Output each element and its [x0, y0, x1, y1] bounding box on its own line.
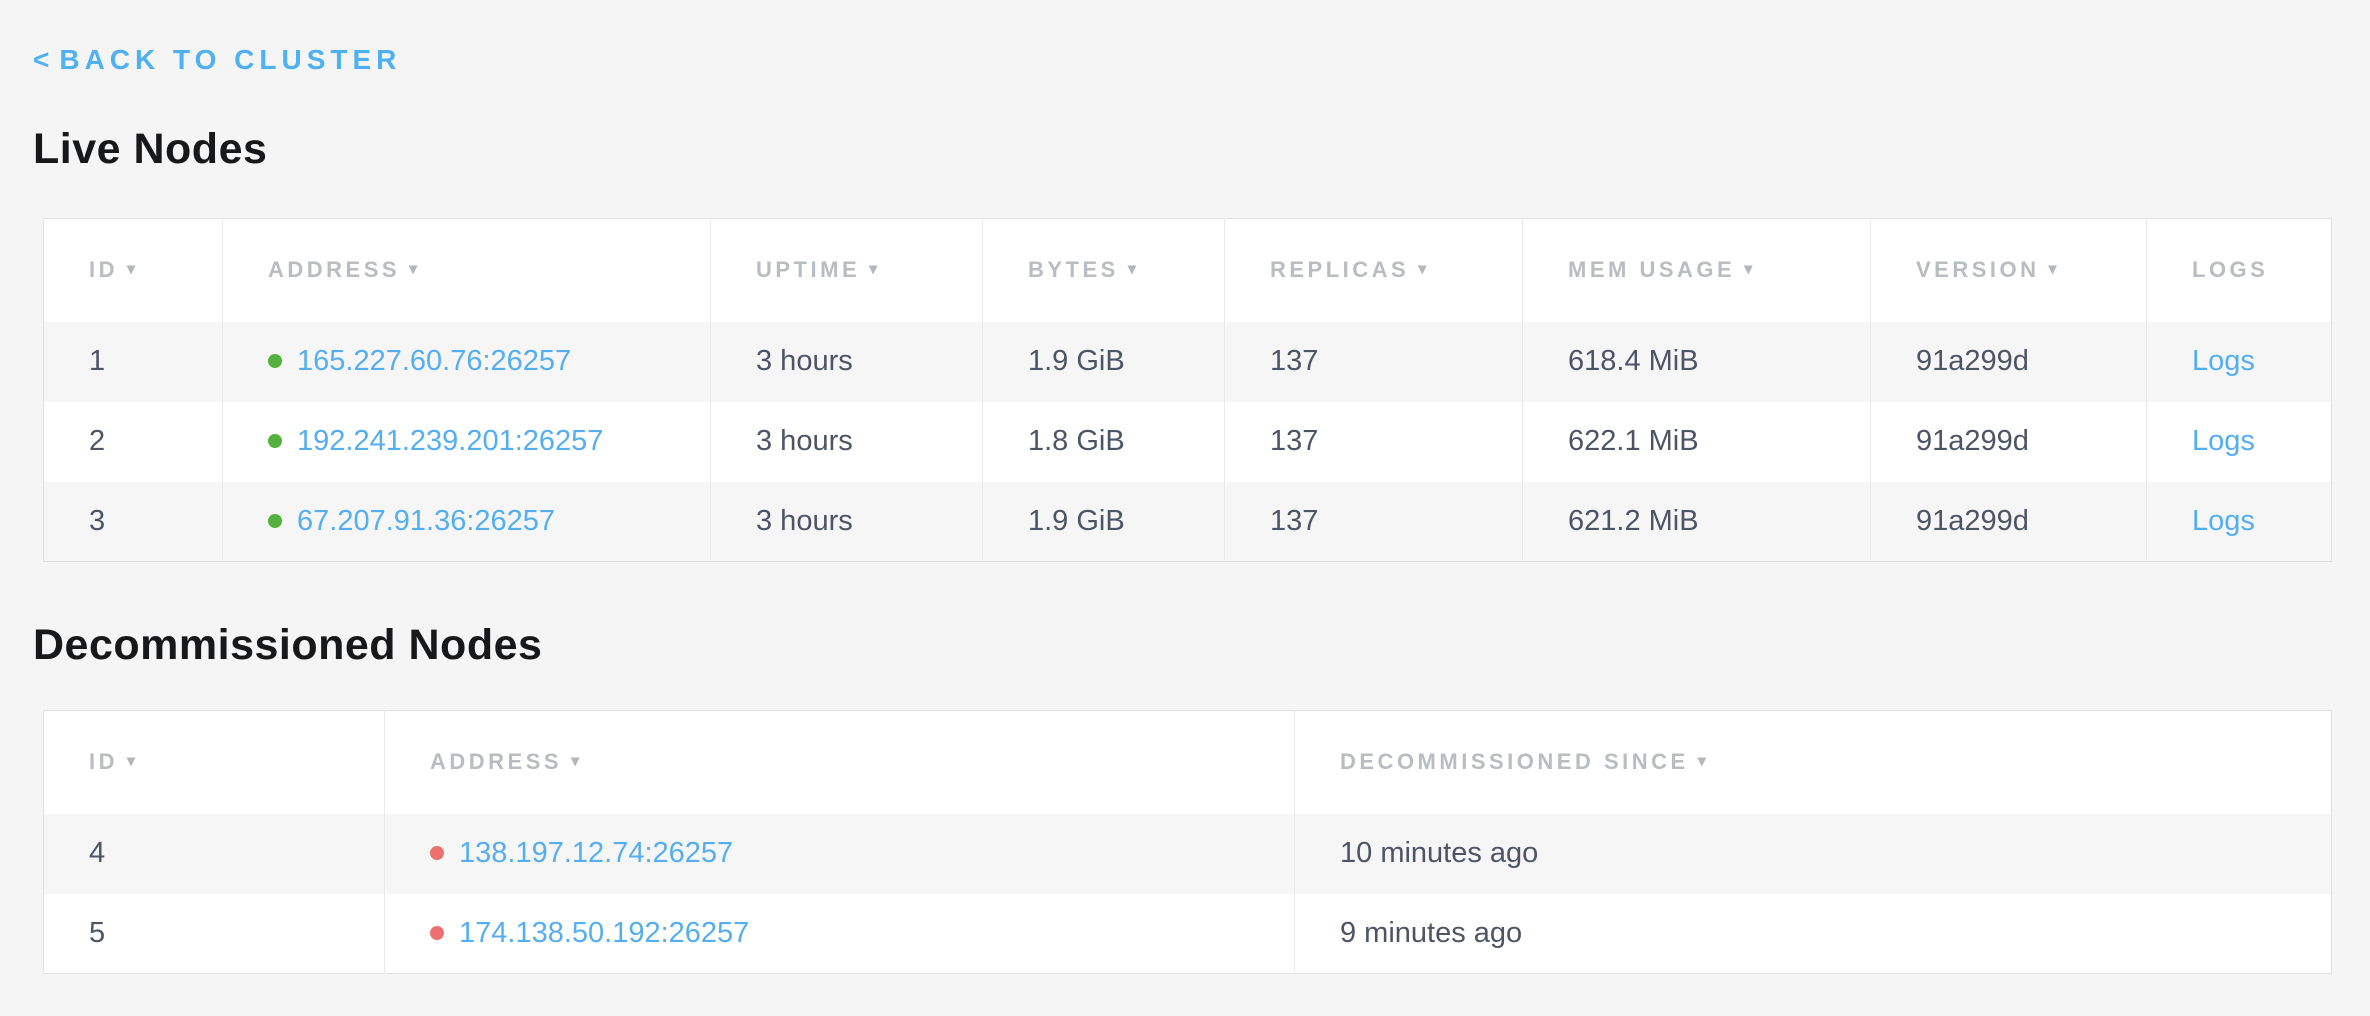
cell-mem-usage: 622.1 MiB: [1523, 402, 1871, 482]
logs-link[interactable]: Logs: [2192, 425, 2255, 457]
cell-node-id: 5: [44, 894, 385, 974]
cell-version: 91a299d: [1871, 322, 2147, 402]
column-header-uptime[interactable]: UPTIME▾: [711, 219, 983, 322]
sort-arrow-icon: ▾: [571, 753, 583, 770]
column-header-version[interactable]: VERSION▾: [1871, 219, 2147, 322]
node-address-link[interactable]: 138.197.12.74:26257: [459, 837, 733, 869]
node-address-link[interactable]: 67.207.91.36:26257: [297, 505, 555, 537]
cell-logs: Logs: [2147, 402, 2332, 482]
node-address-link[interactable]: 174.138.50.192:26257: [459, 917, 749, 949]
live-status-icon: [268, 514, 282, 528]
cell-bytes: 1.8 GiB: [983, 402, 1225, 482]
live-status-icon: [268, 434, 282, 448]
table-row: 4 138.197.12.74:26257 10 minutes ago: [44, 814, 2332, 894]
cell-decommissioned-since: 10 minutes ago: [1295, 814, 2332, 894]
cell-uptime: 3 hours: [711, 322, 983, 402]
sort-arrow-icon: ▾: [1418, 261, 1430, 278]
cell-node-id: 1: [44, 322, 223, 402]
sort-arrow-icon: ▾: [127, 753, 139, 770]
decommissioned-nodes-table: ID▾ ADDRESS▾ DECOMMISSIONED SINCE▾ 4 138…: [43, 710, 2332, 974]
node-address-link[interactable]: 192.241.239.201:26257: [297, 425, 603, 457]
cell-address: 67.207.91.36:26257: [223, 482, 711, 562]
live-status-icon: [268, 354, 282, 368]
cell-uptime: 3 hours: [711, 482, 983, 562]
cell-uptime: 3 hours: [711, 402, 983, 482]
logs-link[interactable]: Logs: [2192, 505, 2255, 537]
cell-bytes: 1.9 GiB: [983, 322, 1225, 402]
node-address-link[interactable]: 165.227.60.76:26257: [297, 345, 571, 377]
column-header-bytes[interactable]: BYTES▾: [983, 219, 1225, 322]
back-chevron-icon: <: [33, 44, 49, 75]
sort-arrow-icon: ▾: [1128, 261, 1140, 278]
cell-node-id: 3: [44, 482, 223, 562]
sort-arrow-icon: ▾: [409, 261, 421, 278]
decommissioned-header-row: ID▾ ADDRESS▾ DECOMMISSIONED SINCE▾: [44, 711, 2332, 814]
cell-address: 165.227.60.76:26257: [223, 322, 711, 402]
decommissioned-status-icon: [430, 926, 444, 940]
cell-mem-usage: 621.2 MiB: [1523, 482, 1871, 562]
table-row: 1 165.227.60.76:26257 3 hours 1.9 GiB 13…: [44, 322, 2332, 402]
sort-arrow-icon: ▾: [1744, 261, 1756, 278]
sort-arrow-icon: ▾: [2049, 261, 2061, 278]
live-nodes-title: Live Nodes: [33, 124, 2370, 174]
sort-arrow-icon: ▾: [869, 261, 881, 278]
column-header-decommissioned-since[interactable]: DECOMMISSIONED SINCE▾: [1295, 711, 2332, 814]
column-header-replicas[interactable]: REPLICAS▾: [1225, 219, 1523, 322]
cell-decommissioned-since: 9 minutes ago: [1295, 894, 2332, 974]
back-to-cluster-link[interactable]: < BACK TO CLUSTER: [33, 42, 401, 78]
nodes-page: < BACK TO CLUSTER Live Nodes ID▾ ADDRESS▾…: [0, 0, 2370, 974]
cell-logs: Logs: [2147, 322, 2332, 402]
column-header-id[interactable]: ID▾: [44, 711, 385, 814]
sort-arrow-icon: ▾: [1698, 753, 1710, 770]
table-row: 3 67.207.91.36:26257 3 hours 1.9 GiB 137…: [44, 482, 2332, 562]
cell-mem-usage: 618.4 MiB: [1523, 322, 1871, 402]
cell-logs: Logs: [2147, 482, 2332, 562]
cell-version: 91a299d: [1871, 482, 2147, 562]
cell-node-id: 2: [44, 402, 223, 482]
live-nodes-header-row: ID▾ ADDRESS▾ UPTIME▾ BYTES▾ REPLICAS▾ ME…: [44, 219, 2332, 322]
column-header-mem-usage[interactable]: MEM USAGE▾: [1523, 219, 1871, 322]
back-link-label: BACK TO CLUSTER: [59, 44, 401, 75]
cell-bytes: 1.9 GiB: [983, 482, 1225, 562]
cell-replicas: 137: [1225, 402, 1523, 482]
logs-link[interactable]: Logs: [2192, 345, 2255, 377]
table-row: 2 192.241.239.201:26257 3 hours 1.8 GiB …: [44, 402, 2332, 482]
live-nodes-table: ID▾ ADDRESS▾ UPTIME▾ BYTES▾ REPLICAS▾ ME…: [43, 218, 2332, 562]
cell-address: 138.197.12.74:26257: [385, 814, 1295, 894]
column-header-address[interactable]: ADDRESS▾: [223, 219, 711, 322]
cell-address: 174.138.50.192:26257: [385, 894, 1295, 974]
decommissioned-status-icon: [430, 846, 444, 860]
sort-arrow-icon: ▾: [127, 261, 139, 278]
column-header-address[interactable]: ADDRESS▾: [385, 711, 1295, 814]
cell-version: 91a299d: [1871, 402, 2147, 482]
column-header-id[interactable]: ID▾: [44, 219, 223, 322]
cell-replicas: 137: [1225, 482, 1523, 562]
cell-replicas: 137: [1225, 322, 1523, 402]
table-row: 5 174.138.50.192:26257 9 minutes ago: [44, 894, 2332, 974]
cell-node-id: 4: [44, 814, 385, 894]
column-header-logs: LOGS: [2147, 219, 2332, 322]
cell-address: 192.241.239.201:26257: [223, 402, 711, 482]
decommissioned-nodes-title: Decommissioned Nodes: [33, 620, 2370, 670]
